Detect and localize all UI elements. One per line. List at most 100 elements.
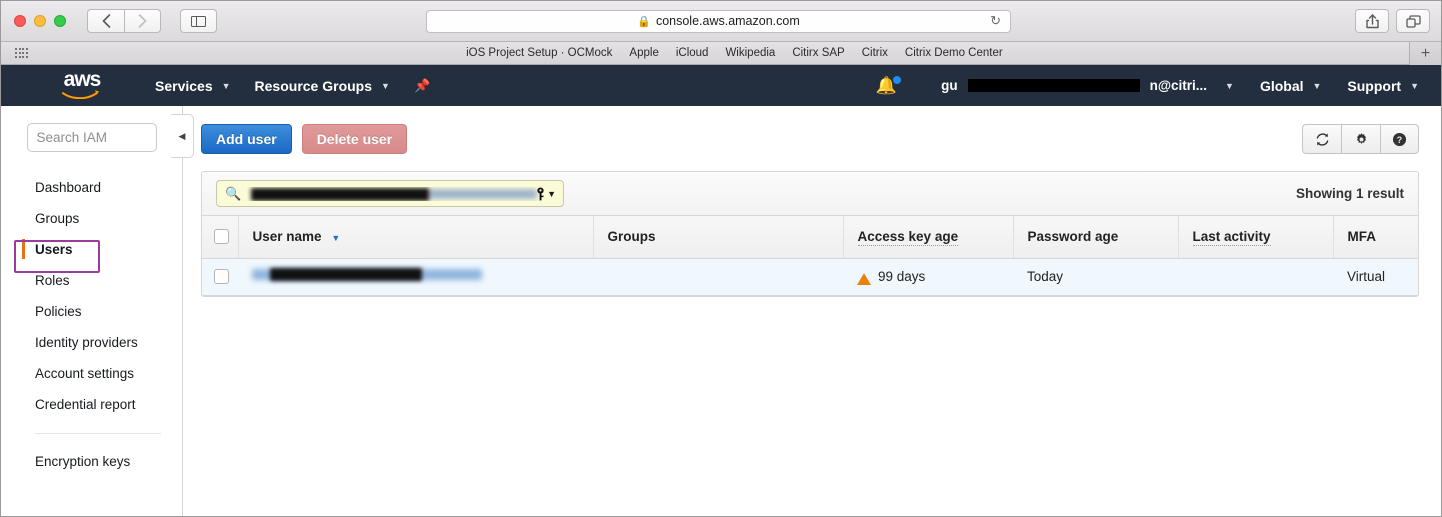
gear-icon xyxy=(1354,132,1369,147)
chevron-down-icon: ▼ xyxy=(1410,81,1419,91)
cell-password-age: Today xyxy=(1013,258,1178,295)
page-body: Search IAM Dashboard Groups Users Roles … xyxy=(1,106,1441,516)
nav-resource-groups[interactable]: Resource Groups ▼ xyxy=(255,78,390,94)
nav-region-menu[interactable]: Global ▼ xyxy=(1260,78,1321,94)
key-icon xyxy=(535,187,546,201)
nav-support-menu[interactable]: Support ▼ xyxy=(1347,78,1419,94)
back-button[interactable] xyxy=(87,9,124,33)
help-button[interactable]: ? xyxy=(1380,124,1419,154)
browser-sidebar-toggle-button[interactable] xyxy=(180,9,217,33)
bookmark-item[interactable]: iOS Project Setup · OCMock xyxy=(466,47,612,59)
bookmark-item[interactable]: Citrix Demo Center xyxy=(905,47,1003,59)
sidebar-item-users[interactable]: Users xyxy=(1,234,182,265)
browser-toolbar-right xyxy=(1355,9,1430,33)
reload-icon[interactable]: ↻ xyxy=(990,13,1001,29)
row-checkbox[interactable] xyxy=(214,269,229,284)
new-tab-button[interactable]: + xyxy=(1409,42,1441,65)
sidebar-item-label: Groups xyxy=(35,211,79,226)
column-label: Last activity xyxy=(1193,229,1271,246)
maximize-window-button[interactable] xyxy=(54,15,66,27)
share-button[interactable] xyxy=(1355,9,1389,33)
cell-groups xyxy=(593,258,843,295)
notifications-button[interactable]: 🔔 xyxy=(876,76,897,96)
users-table-head: User name ▼ Groups Access key age Passwo… xyxy=(202,216,1418,258)
delete-user-button[interactable]: Delete user xyxy=(302,124,407,154)
users-table-header-bar: 🔍 ▼ xyxy=(202,172,1418,216)
window-traffic-lights xyxy=(14,15,66,27)
cell-user-name[interactable] xyxy=(238,258,593,295)
refresh-button[interactable] xyxy=(1302,124,1341,154)
column-label: Groups xyxy=(608,229,656,244)
browser-toolbar: 🔒 console.aws.amazon.com ↻ xyxy=(1,1,1441,42)
search-value-redacted xyxy=(247,187,555,201)
nav-support-label: Support xyxy=(1347,78,1401,94)
sidebar-collapse-button[interactable]: ◀ xyxy=(171,114,194,158)
sidebar-item-label: Account settings xyxy=(35,366,134,381)
nav-services[interactable]: Services ▼ xyxy=(155,78,231,94)
sidebar-item-dashboard[interactable]: Dashboard xyxy=(1,172,182,203)
pin-icon[interactable]: 📌 xyxy=(414,78,430,94)
column-password-age[interactable]: Password age xyxy=(1013,216,1178,258)
share-icon xyxy=(1366,14,1379,29)
sidebar-item-label: Users xyxy=(35,242,73,257)
access-key-age-value: 99 days xyxy=(878,269,925,284)
iam-sidebar: Search IAM Dashboard Groups Users Roles … xyxy=(1,106,183,516)
bookmark-item[interactable]: iCloud xyxy=(676,47,709,59)
users-toolbar: Add user Delete user xyxy=(201,124,1419,154)
search-icon: 🔍 xyxy=(225,186,241,202)
select-all-checkbox[interactable] xyxy=(214,229,229,244)
aws-logo[interactable]: aws xyxy=(56,72,108,99)
cell-mfa: Virtual xyxy=(1333,258,1418,295)
close-window-button[interactable] xyxy=(14,15,26,27)
show-tabs-button[interactable] xyxy=(1396,9,1430,33)
navigation-buttons xyxy=(87,9,161,33)
refresh-icon xyxy=(1315,132,1330,147)
aws-global-nav: aws Services ▼ Resource Groups ▼ 📌 🔔 gun… xyxy=(1,65,1441,106)
user-search-input[interactable]: 🔍 ▼ xyxy=(216,180,564,207)
nav-resource-groups-label: Resource Groups xyxy=(255,78,372,94)
sort-desc-icon: ▼ xyxy=(331,233,340,243)
sidebar-item-identity-providers[interactable]: Identity providers xyxy=(1,327,182,358)
sidebar-item-policies[interactable]: Policies xyxy=(1,296,182,327)
sidebar-item-account-settings[interactable]: Account settings xyxy=(1,358,182,389)
select-all-header xyxy=(202,216,238,258)
forward-button[interactable] xyxy=(124,9,161,33)
column-label: MFA xyxy=(1348,229,1377,244)
add-user-button[interactable]: Add user xyxy=(201,124,292,154)
column-label: Access key age xyxy=(858,229,959,246)
cell-last-activity xyxy=(1178,258,1333,295)
column-access-key-age[interactable]: Access key age xyxy=(843,216,1013,258)
help-icon: ? xyxy=(1392,132,1407,147)
autofill-key-button[interactable]: ▼ xyxy=(535,187,556,201)
sidebar-item-credential-report[interactable]: Credential report xyxy=(1,389,182,420)
nav-account-menu[interactable]: gun@citri... ▼ xyxy=(941,78,1234,93)
column-last-activity[interactable]: Last activity xyxy=(1178,216,1333,258)
bookmark-item[interactable]: Apple xyxy=(629,47,658,59)
users-table-body: 99 days Today Virtual xyxy=(202,258,1418,295)
bookmark-item[interactable]: Citirx SAP xyxy=(792,47,844,59)
sidebar-item-groups[interactable]: Groups xyxy=(1,203,182,234)
sidebar-item-label: Policies xyxy=(35,304,82,319)
aws-logo-text: aws xyxy=(64,72,101,88)
column-mfa[interactable]: MFA xyxy=(1333,216,1418,258)
sidebar-item-label: Roles xyxy=(35,273,70,288)
sidebar-item-label: Identity providers xyxy=(35,335,138,350)
table-row[interactable]: 99 days Today Virtual xyxy=(202,258,1418,295)
sidebar-toggle-icon xyxy=(191,16,206,27)
chevron-down-icon: ▼ xyxy=(547,189,556,199)
bookmark-item[interactable]: Citrix xyxy=(862,47,888,59)
cell-access-key-age: 99 days xyxy=(843,258,1013,295)
search-iam-placeholder: Search IAM xyxy=(37,130,108,145)
bookmark-item[interactable]: Wikipedia xyxy=(725,47,775,59)
column-label: Password age xyxy=(1028,229,1119,244)
search-iam-input[interactable]: Search IAM xyxy=(27,123,157,152)
bookmarks-grid-icon[interactable] xyxy=(15,48,28,57)
address-bar[interactable]: 🔒 console.aws.amazon.com ↻ xyxy=(426,10,1011,33)
column-groups[interactable]: Groups xyxy=(593,216,843,258)
settings-button[interactable] xyxy=(1341,124,1380,154)
sidebar-item-encryption-keys[interactable]: Encryption keys xyxy=(1,446,182,477)
column-user-name[interactable]: User name ▼ xyxy=(238,216,593,258)
minimize-window-button[interactable] xyxy=(34,15,46,27)
sidebar-item-roles[interactable]: Roles xyxy=(1,265,182,296)
users-main-content: Add user Delete user xyxy=(183,106,1441,516)
